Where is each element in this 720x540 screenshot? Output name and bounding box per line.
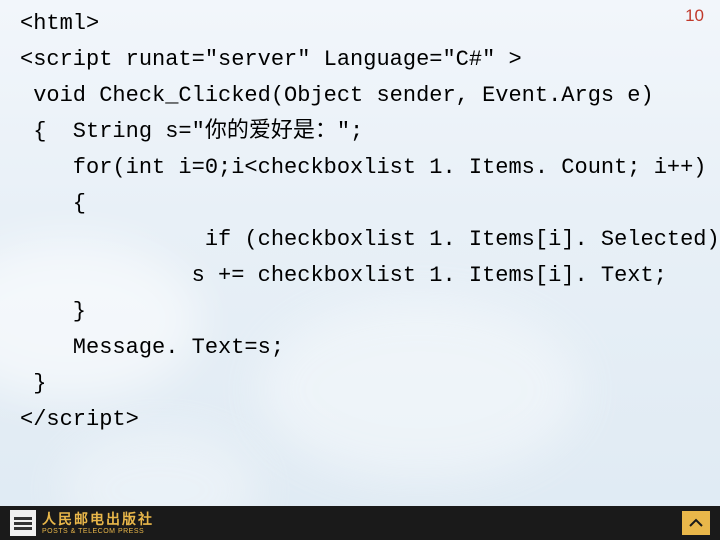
publisher-name-en: POSTS & TELECOM PRESS (42, 528, 154, 535)
code-line: { (20, 191, 86, 216)
publisher-logo: 人民邮电出版社 POSTS & TELECOM PRESS (10, 510, 154, 536)
code-line: Message. Text=s; (20, 335, 284, 360)
code-line: { String s="你的爱好是："; (20, 119, 363, 144)
page-number: 10 (685, 6, 704, 26)
publisher-mark-icon (10, 510, 36, 536)
code-line: <script runat="server" Language="C#" > (20, 47, 522, 72)
footer-bar: 人民邮电出版社 POSTS & TELECOM PRESS (0, 506, 720, 540)
code-line: </script> (20, 407, 139, 432)
code-line: if (checkboxlist 1. Items[i]. Selected) (20, 227, 720, 252)
code-line: } (20, 371, 46, 396)
code-line: void Check_Clicked(Object sender, Event.… (20, 83, 654, 108)
code-block: <html> <script runat="server" Language="… (20, 6, 660, 438)
code-line: for(int i=0;i<checkboxlist 1. Items. Cou… (20, 155, 707, 180)
code-line: s += checkboxlist 1. Items[i]. Text; (20, 263, 667, 288)
code-line: <html> (20, 11, 99, 36)
publisher-text: 人民邮电出版社 POSTS & TELECOM PRESS (42, 512, 154, 535)
chevron-up-icon (688, 517, 704, 529)
publisher-name-cn: 人民邮电出版社 (42, 512, 154, 526)
scroll-up-button[interactable] (682, 511, 710, 535)
slide: 10 <html> <script runat="server" Languag… (0, 0, 720, 540)
code-line: } (20, 299, 86, 324)
